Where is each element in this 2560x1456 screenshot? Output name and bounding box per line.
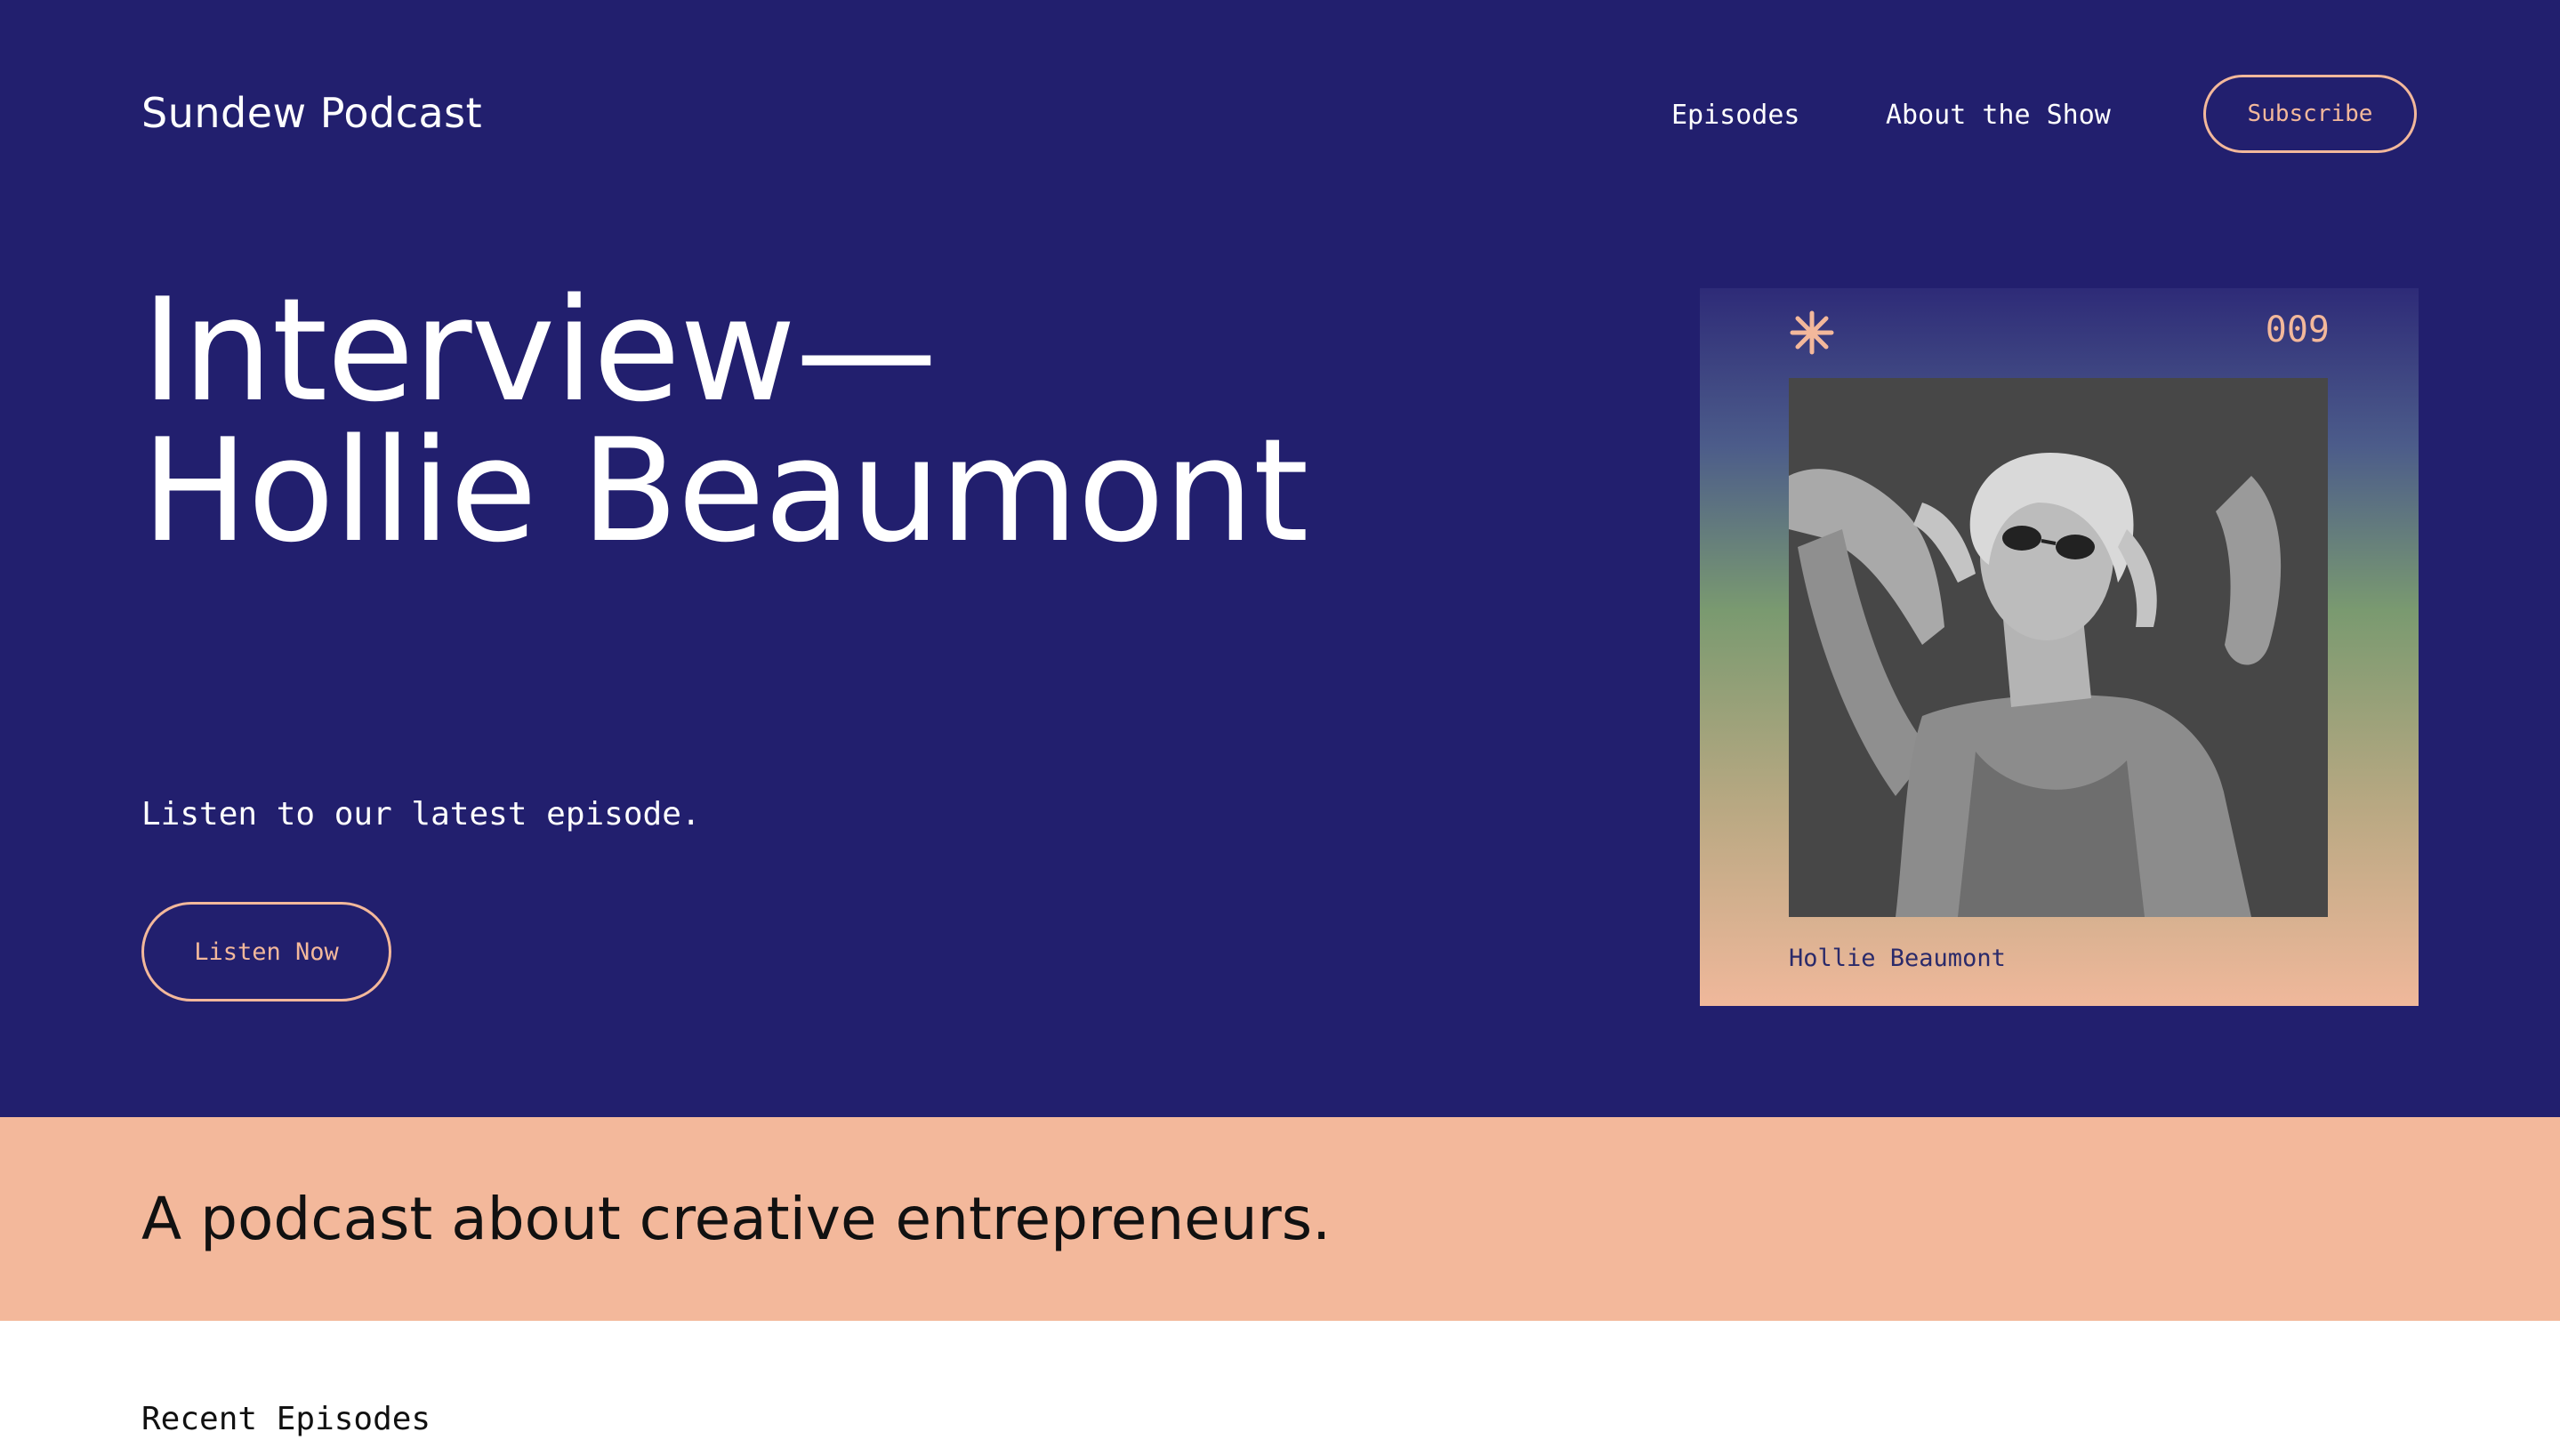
recent-episodes-heading: Recent Episodes bbox=[141, 1401, 431, 1437]
nav-episodes[interactable]: Episodes bbox=[1671, 100, 1800, 131]
hero-section: Sundew Podcast Episodes About the Show S… bbox=[0, 0, 2560, 1117]
episode-card[interactable]: 009 Hollie Beaumont bbox=[1700, 288, 2419, 1006]
episode-number: 009 bbox=[2265, 310, 2330, 350]
hero-title-line-1: Interview— bbox=[141, 267, 938, 433]
tagline-banner: A podcast about creative entrepreneurs. bbox=[0, 1117, 2560, 1321]
hero-tagline: Listen to our latest episode. bbox=[141, 796, 701, 833]
nav-about-the-show[interactable]: About the Show bbox=[1886, 100, 2111, 131]
card-guest-name: Hollie Beaumont bbox=[1789, 945, 2006, 972]
hero-title-line-2: Hollie Beaumont bbox=[141, 407, 1308, 574]
hero-title: Interview— Hollie Beaumont bbox=[141, 267, 1308, 574]
guest-photo bbox=[1789, 378, 2328, 917]
site-title[interactable]: Sundew Podcast bbox=[141, 89, 482, 137]
subscribe-button[interactable]: Subscribe bbox=[2203, 75, 2417, 153]
asterisk-icon bbox=[1790, 310, 1834, 355]
banner-text: A podcast about creative entrepreneurs. bbox=[141, 1185, 1332, 1253]
listen-now-button[interactable]: Listen Now bbox=[141, 902, 391, 1002]
